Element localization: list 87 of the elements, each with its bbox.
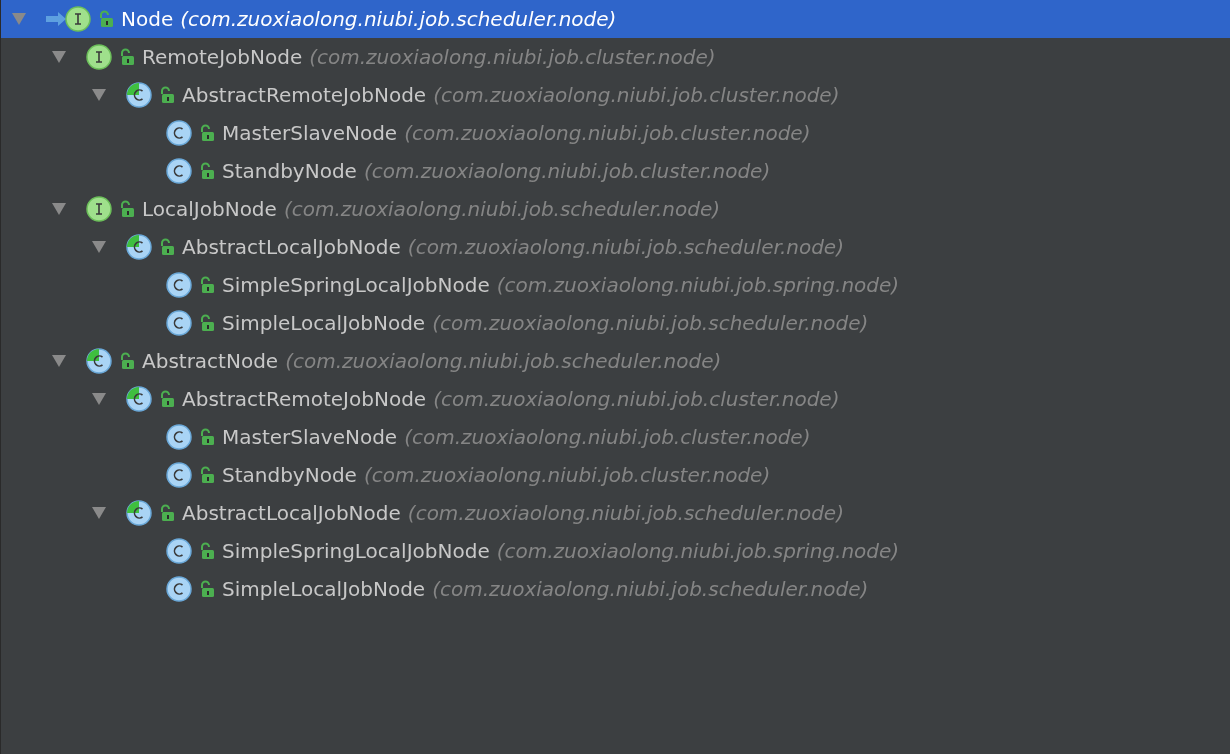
tree-row[interactable]: MasterSlaveNode (com.zuoxiaolong.niubi.job.cluster.node)	[1, 418, 1230, 456]
class-name: MasterSlaveNode	[222, 120, 398, 147]
interface-icon	[86, 44, 112, 70]
padlock-icon	[159, 86, 175, 104]
class-name: RemoteJobNode	[142, 44, 303, 71]
tree-row[interactable]: AbstractLocalJobNode (com.zuoxiaolong.niubi.job.scheduler.node)	[1, 494, 1230, 532]
padlock-icon	[159, 504, 175, 522]
package-name: (com.zuoxiaolong.niubi.job.scheduler.node)	[432, 576, 869, 603]
padlock-icon	[119, 352, 135, 370]
class-icon	[166, 272, 192, 298]
padlock-icon	[199, 466, 215, 484]
expand-triangle-icon[interactable]	[91, 392, 107, 406]
package-name: (com.zuoxiaolong.niubi.job.scheduler.node)	[432, 310, 869, 337]
tree-row[interactable]: SimpleSpringLocalJobNode (com.zuoxiaolong.niubi.job.spring.node)	[1, 532, 1230, 570]
class-name: AbstractRemoteJobNode	[182, 386, 427, 413]
package-name: (com.zuoxiaolong.niubi.job.cluster.node)	[363, 462, 771, 489]
class-name: MasterSlaveNode	[222, 424, 398, 451]
padlock-icon	[98, 10, 114, 28]
abstract-class-icon	[126, 500, 152, 526]
tree-row[interactable]: RemoteJobNode (com.zuoxiaolong.niubi.job.cluster.node)	[1, 38, 1230, 76]
class-name: Node	[121, 6, 174, 33]
interface-icon	[65, 6, 91, 32]
padlock-icon	[159, 238, 175, 256]
padlock-icon	[199, 276, 215, 294]
class-icon	[166, 576, 192, 602]
package-name: (com.zuoxiaolong.niubi.job.cluster.node)	[404, 120, 811, 147]
package-name: (com.zuoxiaolong.niubi.job.spring.node)	[496, 272, 900, 299]
package-name: (com.zuoxiaolong.niubi.job.cluster.node)	[309, 44, 716, 71]
package-name: (com.zuoxiaolong.niubi.job.scheduler.node)	[407, 500, 844, 527]
package-name: (com.zuoxiaolong.niubi.job.cluster.node)	[404, 424, 811, 451]
padlock-icon	[159, 390, 175, 408]
package-name: (com.zuoxiaolong.niubi.job.scheduler.node)	[285, 348, 722, 375]
class-name: StandbyNode	[222, 462, 357, 489]
expand-triangle-icon[interactable]	[91, 88, 107, 102]
padlock-icon	[199, 124, 215, 142]
class-icon	[166, 424, 192, 450]
abstract-class-icon	[86, 348, 112, 374]
class-name: StandbyNode	[222, 158, 357, 185]
class-name: SimpleLocalJobNode	[222, 576, 426, 603]
tree-row[interactable]: StandbyNode (com.zuoxiaolong.niubi.job.cluster.node)	[1, 456, 1230, 494]
package-name: (com.zuoxiaolong.niubi.job.scheduler.node)	[283, 196, 721, 223]
package-name: (com.zuoxiaolong.niubi.job.cluster.node)	[433, 82, 840, 109]
class-icon	[166, 120, 192, 146]
expand-triangle-icon[interactable]	[51, 50, 67, 64]
class-name: SimpleSpringLocalJobNode	[222, 538, 490, 565]
padlock-icon	[199, 162, 215, 180]
tree-row[interactable]: SimpleLocalJobNode (com.zuoxiaolong.niubi.job.scheduler.node)	[1, 570, 1230, 608]
tree-row[interactable]: LocalJobNode (com.zuoxiaolong.niubi.job.scheduler.node)	[1, 190, 1230, 228]
tree-row[interactable]: AbstractLocalJobNode (com.zuoxiaolong.niubi.job.scheduler.node)	[1, 228, 1230, 266]
class-icon	[166, 310, 192, 336]
abstract-class-icon	[126, 82, 152, 108]
class-name: SimpleSpringLocalJobNode	[222, 272, 490, 299]
tree-row[interactable]: SimpleLocalJobNode (com.zuoxiaolong.niubi.job.scheduler.node)	[1, 304, 1230, 342]
tree-row[interactable]: AbstractRemoteJobNode (com.zuoxiaolong.niubi.job.cluster.node)	[1, 76, 1230, 114]
padlock-icon	[119, 48, 135, 66]
class-name: AbstractLocalJobNode	[182, 234, 401, 261]
tree-row[interactable]: MasterSlaveNode (com.zuoxiaolong.niubi.job.cluster.node)	[1, 114, 1230, 152]
class-name: AbstractLocalJobNode	[182, 500, 401, 527]
class-icon	[166, 538, 192, 564]
tree-row[interactable]: StandbyNode (com.zuoxiaolong.niubi.job.cluster.node)	[1, 152, 1230, 190]
tree-row[interactable]: Node (com.zuoxiaolong.niubi.job.scheduler.node)	[1, 0, 1230, 38]
class-name: AbstractNode	[142, 348, 279, 375]
tree-row[interactable]: SimpleSpringLocalJobNode (com.zuoxiaolong.niubi.job.spring.node)	[1, 266, 1230, 304]
expand-triangle-icon[interactable]	[91, 240, 107, 254]
padlock-icon	[199, 542, 215, 560]
tree-row[interactable]: AbstractRemoteJobNode (com.zuoxiaolong.niubi.job.cluster.node)	[1, 380, 1230, 418]
expand-triangle-icon[interactable]	[51, 202, 67, 216]
padlock-icon	[119, 200, 135, 218]
abstract-class-icon	[126, 386, 152, 412]
abstract-class-icon	[126, 234, 152, 260]
package-name: (com.zuoxiaolong.niubi.job.cluster.node)	[363, 158, 771, 185]
class-name: SimpleLocalJobNode	[222, 310, 426, 337]
package-name: (com.zuoxiaolong.niubi.job.scheduler.node)	[407, 234, 844, 261]
tree-row[interactable]: AbstractNode (com.zuoxiaolong.niubi.job.scheduler.node)	[1, 342, 1230, 380]
package-name: (com.zuoxiaolong.niubi.job.scheduler.node)	[180, 6, 617, 33]
padlock-icon	[199, 314, 215, 332]
class-name: LocalJobNode	[142, 196, 277, 223]
package-name: (com.zuoxiaolong.niubi.job.spring.node)	[496, 538, 900, 565]
expand-triangle-icon[interactable]	[91, 506, 107, 520]
interface-icon	[86, 196, 112, 222]
package-name: (com.zuoxiaolong.niubi.job.cluster.node)	[433, 386, 840, 413]
padlock-icon	[199, 580, 215, 598]
expand-triangle-icon[interactable]	[51, 354, 67, 368]
class-icon	[166, 462, 192, 488]
class-name: AbstractRemoteJobNode	[182, 82, 427, 109]
class-icon	[166, 158, 192, 184]
padlock-icon	[199, 428, 215, 446]
